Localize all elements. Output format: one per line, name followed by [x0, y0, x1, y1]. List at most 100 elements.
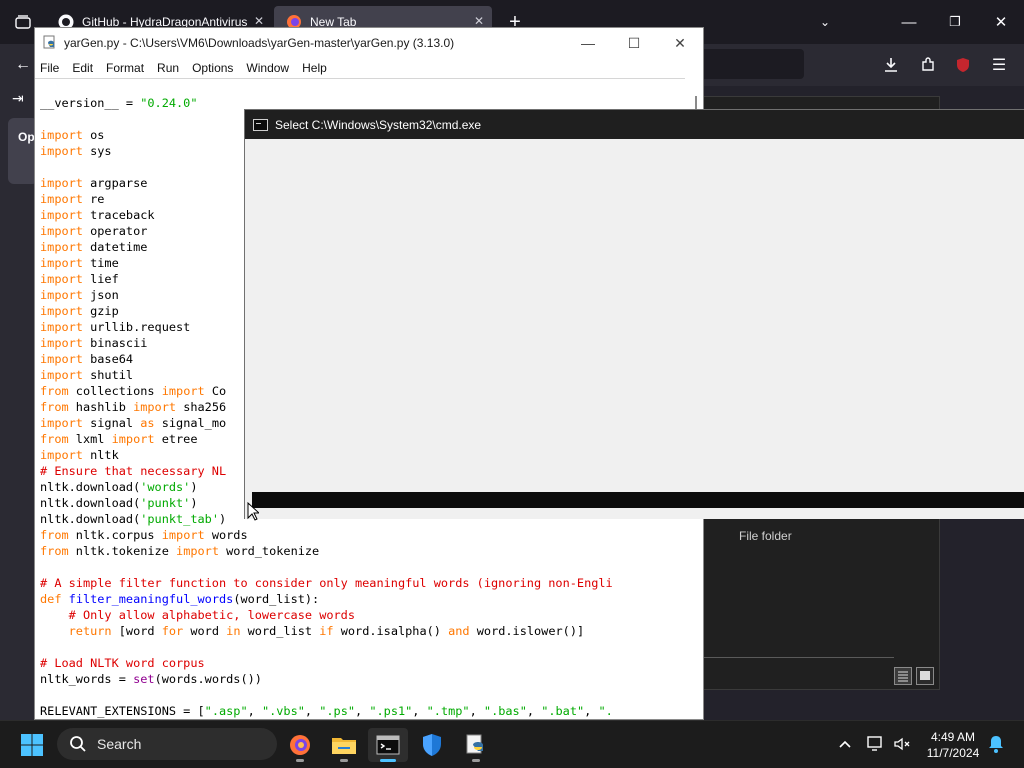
clock-time: 4:49 AM [930, 730, 976, 744]
idle-titlebar[interactable]: yarGen.py - C:\Users\VM6\Downloads\yarGe… [35, 28, 703, 58]
menu-format[interactable]: Format [106, 61, 144, 75]
code-token: , [469, 704, 484, 718]
close-tab-icon[interactable]: ✕ [254, 14, 264, 28]
mouse-cursor-icon [247, 502, 259, 521]
code-token: , [355, 704, 370, 718]
idle-menubar: File Edit Format Run Options Window Help [35, 58, 703, 78]
menu-file[interactable]: File [40, 61, 59, 75]
code-token: (words.words()) [154, 672, 262, 686]
taskbar-search-box[interactable]: Search [57, 728, 277, 760]
code-token: gzip [82, 304, 119, 318]
sign-in-icon[interactable]: ⇥ [12, 90, 24, 107]
ublock-origin-icon[interactable] [950, 52, 976, 78]
code-token: datetime [82, 240, 148, 254]
code-token: 'punkt_tab' [140, 512, 219, 526]
clock-date: 11/7/2024 [926, 746, 980, 760]
code-token: nltk.corpus [68, 528, 162, 542]
code-token: nltk [82, 448, 119, 462]
code-token: ) [190, 496, 198, 510]
code-token: collections [68, 384, 162, 398]
file-explorer-window: File folder [703, 518, 940, 690]
taskbar-windows-security[interactable] [412, 728, 452, 762]
large-icons-view-icon[interactable] [916, 667, 934, 685]
list-tabs-icon[interactable]: ⌄ [802, 0, 848, 44]
code-token: from [40, 528, 69, 542]
code-token: nltk.download( [40, 480, 141, 494]
python-idle-icon [43, 35, 55, 49]
code-token: from [40, 544, 69, 558]
code-token: , [304, 704, 320, 718]
back-icon[interactable]: ← [10, 52, 36, 78]
terminal-icon [376, 735, 400, 755]
code-token: signal_mo [154, 416, 227, 430]
menu-edit[interactable]: Edit [72, 61, 93, 75]
close-icon[interactable]: ✕ [657, 28, 703, 58]
taskbar-file-explorer[interactable] [324, 728, 364, 762]
code-token: # Only allow alphabetic, lowercase words [40, 608, 355, 622]
code-token: , [247, 704, 262, 718]
code-token: import [133, 400, 177, 414]
code-token: time [82, 256, 119, 270]
code-token: sha256 [176, 400, 227, 414]
code-token: import [40, 352, 83, 366]
code-token: # Ensure that necessary NL [40, 464, 227, 478]
extensions-icon[interactable] [915, 52, 941, 78]
minimize-icon[interactable]: — [886, 0, 932, 44]
code-token: nltk.download( [40, 496, 141, 510]
taskbar-python-idle[interactable] [456, 728, 496, 762]
close-tab-icon[interactable]: ✕ [474, 14, 484, 28]
file-type-label: File folder [739, 529, 792, 543]
code-token: __version__ = [40, 96, 141, 110]
search-label: Search [97, 736, 142, 752]
minimize-icon[interactable]: — [565, 28, 611, 58]
code-token: 'words' [140, 480, 191, 494]
running-indicator [296, 759, 304, 762]
close-icon[interactable]: ✕ [978, 0, 1024, 44]
code-token: Co [204, 384, 227, 398]
code-token: import [40, 176, 83, 190]
sidebar-card-label: Op [18, 130, 35, 144]
notifications-bell-icon[interactable] [986, 734, 1006, 754]
details-view-icon[interactable] [894, 667, 912, 685]
code-token: argparse [82, 176, 148, 190]
network-icon[interactable] [866, 734, 886, 754]
code-token: import [40, 368, 83, 382]
windows-start-icon[interactable] [20, 733, 44, 757]
code-token: ".ps1" [369, 704, 413, 718]
code-token: ". [598, 704, 613, 718]
url-bar[interactable] [700, 49, 804, 79]
downloads-icon[interactable] [878, 52, 904, 78]
menu-run[interactable]: Run [157, 61, 179, 75]
python-idle-icon [466, 734, 483, 754]
code-token: ".bat" [541, 704, 585, 718]
clock[interactable]: 4:49 AM 11/7/2024 [922, 729, 984, 761]
code-token: , [412, 704, 427, 718]
taskbar-terminal[interactable] [368, 728, 408, 762]
cmd-console-strip [252, 492, 1024, 508]
code-token: import [40, 256, 83, 270]
code-token: for [161, 624, 184, 638]
code-token: nltk.tokenize [68, 544, 177, 558]
menu-options[interactable]: Options [192, 61, 233, 75]
app-menu-icon[interactable]: ☰ [986, 52, 1012, 78]
maximize-icon[interactable]: ☐ [611, 28, 657, 58]
cmd-titlebar[interactable]: Select C:\Windows\System32\cmd.exe [245, 110, 1024, 139]
shield-icon [423, 734, 441, 756]
restore-icon[interactable]: ❐ [932, 0, 978, 44]
volume-muted-icon[interactable] [892, 734, 912, 754]
window-title: Select C:\Windows\System32\cmd.exe [275, 118, 482, 132]
show-hidden-icons-icon[interactable] [835, 734, 855, 754]
code-token: import [40, 320, 83, 334]
taskbar-firefox[interactable] [280, 728, 320, 762]
code-token: nltk.download( [40, 512, 141, 526]
code-line: # A simple filter function to consider o… [40, 575, 613, 591]
code-token: from [40, 400, 69, 414]
menu-window[interactable]: Window [246, 61, 289, 75]
code-token: import [40, 240, 83, 254]
code-token: from [40, 432, 69, 446]
cmd-console-area[interactable] [245, 139, 1024, 519]
menu-help[interactable]: Help [302, 61, 327, 75]
